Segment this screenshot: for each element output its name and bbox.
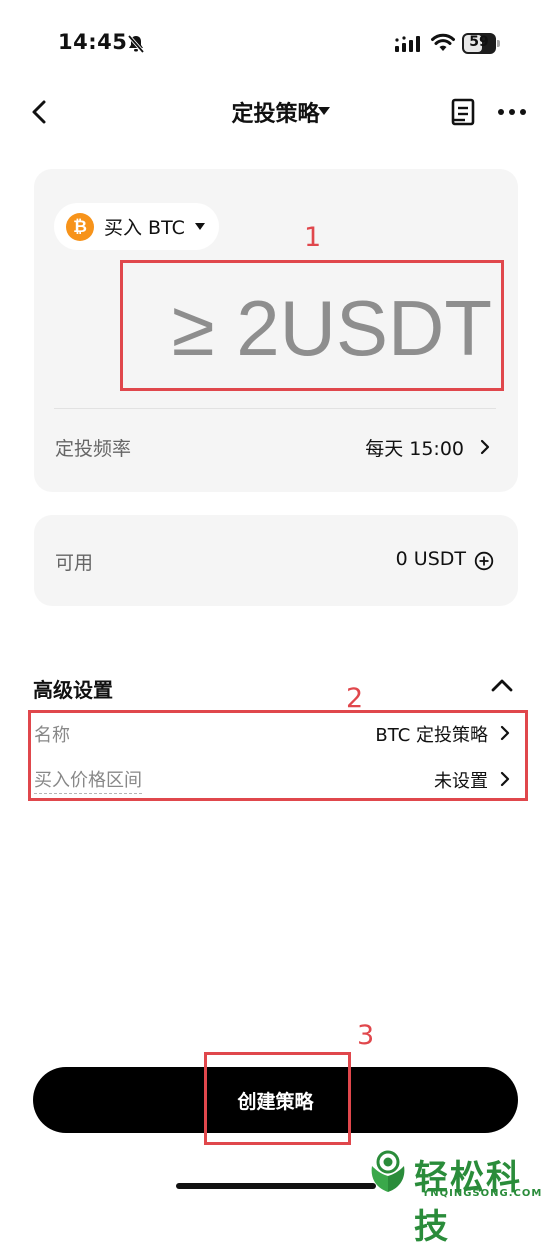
wifi-icon [431,33,455,51]
available-value: 0 USDT [395,548,466,570]
add-funds-icon[interactable] [474,551,494,571]
asset-selector[interactable]: ₿ 买入 BTC [54,203,219,250]
battery-indicator: 59 [462,33,502,54]
home-indicator [176,1183,376,1189]
chevron-right-icon[interactable] [480,439,490,455]
more-options-icon[interactable] [497,108,527,116]
document-icon[interactable] [451,98,475,126]
watermark-text: 轻松科技 [414,1158,522,1247]
frequency-label: 定投频率 [55,438,132,460]
annotation-box-1 [120,260,504,391]
cellular-signal-icon [395,36,420,52]
watermark-subtext: YNQINGSONG.COM [422,1188,543,1199]
advanced-settings-title[interactable]: 高级设置 [33,674,113,703]
available-label: 可用 [55,552,94,574]
title-dropdown-caret-icon[interactable] [317,106,331,116]
annotation-number-2: 2 [346,683,364,714]
status-time: 14:45 [58,30,128,54]
caret-down-icon [194,223,205,230]
annotation-box-2 [28,710,528,801]
asset-selector-label: 买入 BTC [104,217,185,239]
frequency-value[interactable]: 每天 15:00 [300,434,464,461]
battery-level: 59 [469,34,489,50]
bitcoin-icon: ₿ [66,212,94,241]
bell-muted-icon [127,34,145,54]
annotation-box-3 [204,1052,351,1145]
annotation-number-3: 3 [357,1020,375,1051]
divider [54,408,496,409]
annotation-number-1: 1 [304,222,322,253]
watermark-logo-icon [371,1150,405,1192]
chevron-up-icon[interactable] [491,679,513,692]
